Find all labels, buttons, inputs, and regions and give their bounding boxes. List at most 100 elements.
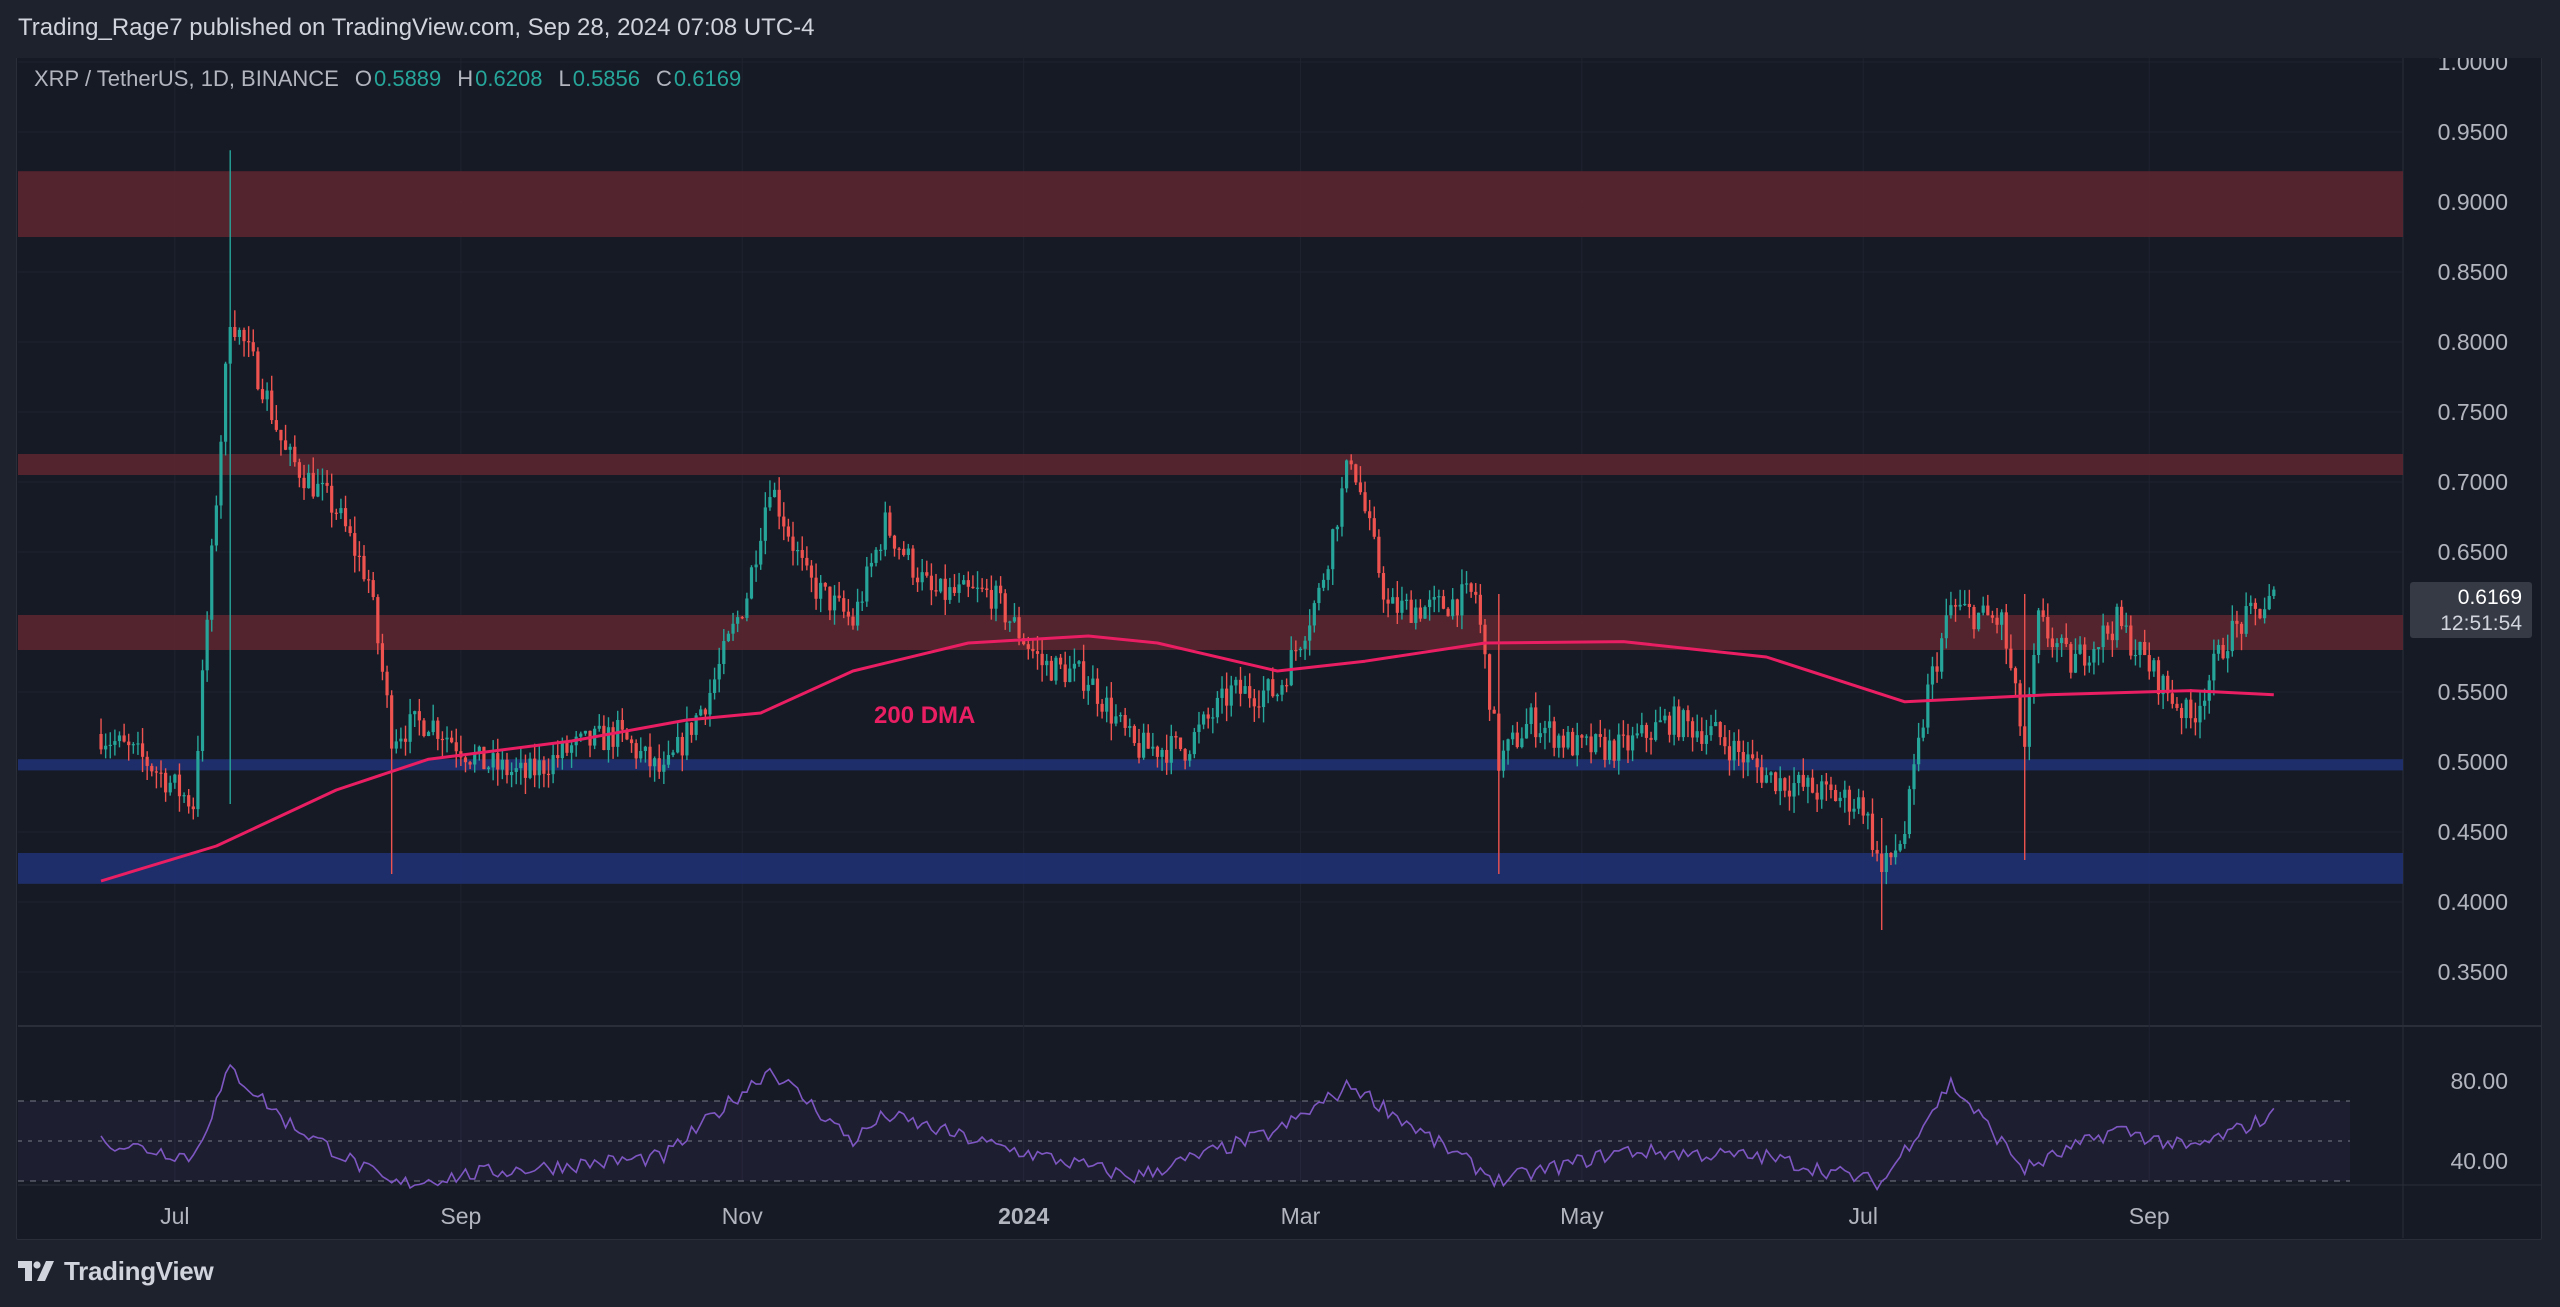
candle xyxy=(164,768,168,802)
candle-body xyxy=(1654,722,1658,740)
candle-body xyxy=(2073,653,2078,673)
candle xyxy=(270,375,274,425)
candle xyxy=(1557,733,1561,758)
candle-body xyxy=(860,601,864,603)
candle-body xyxy=(1331,529,1335,570)
candle-body xyxy=(2138,642,2142,655)
candle-body xyxy=(1474,591,1478,595)
candle xyxy=(1584,734,1589,746)
candle xyxy=(542,756,546,788)
candle-body xyxy=(1197,724,1201,733)
candle-body xyxy=(1109,697,1113,724)
candle-body xyxy=(1151,746,1155,749)
candle-body xyxy=(187,795,191,807)
candle-body xyxy=(2184,699,2188,719)
candle xyxy=(1870,798,1875,857)
candle xyxy=(210,538,214,632)
candle xyxy=(2272,586,2276,599)
symbol-legend[interactable]: XRP / TetherUS, 1D, BINANCE O 0.5889 H 0.6… xyxy=(34,66,741,92)
time-axis[interactable]: Jul Sep Nov 2024 Mar May Jul Sep xyxy=(160,1203,2170,1229)
candle-body xyxy=(2221,644,2225,659)
candle xyxy=(1976,612,1981,632)
candle xyxy=(1137,728,1141,764)
candle-body xyxy=(357,555,361,557)
candle-body xyxy=(1363,492,1367,512)
candle xyxy=(1649,731,1653,755)
candle-body xyxy=(1714,721,1718,727)
candle xyxy=(417,698,421,736)
candle-body xyxy=(1783,778,1787,791)
candle-body xyxy=(1460,584,1464,616)
candle-body xyxy=(1423,607,1427,619)
last-price-tag: 0.6169 12:51:54 xyxy=(2410,582,2532,638)
candle xyxy=(1838,791,1842,808)
candle-body xyxy=(791,536,795,551)
candle xyxy=(1852,798,1856,819)
candle-body xyxy=(1455,599,1459,616)
candle-body xyxy=(999,585,1003,594)
time-tick-label: 2024 xyxy=(998,1203,1049,1229)
candle xyxy=(819,575,823,613)
candle-body xyxy=(505,759,509,776)
candle-body xyxy=(809,565,814,578)
chart-canvas[interactable]: 1.00000.95000.90000.85000.80000.75000.70… xyxy=(0,0,2560,1307)
candle xyxy=(1469,582,1473,598)
candle-body xyxy=(2189,699,2193,719)
candle-body xyxy=(316,483,320,497)
candle xyxy=(1589,723,1593,764)
candle-body xyxy=(1072,663,1077,669)
candle-body xyxy=(2198,705,2202,723)
candle-body xyxy=(1017,617,1021,639)
candle-body xyxy=(1298,648,1303,651)
candle-body xyxy=(2152,660,2156,672)
candle-body xyxy=(1884,852,1888,873)
candle xyxy=(1404,593,1409,610)
candle-body xyxy=(399,738,403,742)
candle-body xyxy=(417,711,421,721)
candle-body xyxy=(320,482,325,485)
candle xyxy=(1511,725,1515,745)
candle-body xyxy=(1843,789,1847,798)
candle-body xyxy=(629,739,634,744)
candle-body xyxy=(1967,603,1971,608)
resistance-zone xyxy=(18,171,2403,237)
candle xyxy=(1215,691,1220,724)
candle-body xyxy=(445,737,449,740)
candle-body xyxy=(1040,653,1044,666)
candle-body xyxy=(556,755,560,759)
candle-body xyxy=(325,482,329,486)
candle-body xyxy=(1820,781,1824,800)
candle-body xyxy=(228,327,232,364)
candle xyxy=(1926,673,1930,735)
candle xyxy=(1847,785,1852,826)
candle xyxy=(533,743,537,788)
candle xyxy=(1418,599,1422,622)
candle xyxy=(1372,506,1376,540)
candle xyxy=(1833,784,1838,802)
candle-body xyxy=(671,752,675,756)
resistance-zone xyxy=(18,454,2403,475)
candle-body xyxy=(150,765,154,772)
candle-body xyxy=(500,759,504,770)
candle-body xyxy=(1764,775,1768,783)
candle-body xyxy=(1142,732,1146,758)
footer-branding[interactable]: TradingView xyxy=(16,1246,416,1296)
candle xyxy=(500,748,504,780)
candle-body xyxy=(274,420,278,430)
candle xyxy=(1423,605,1427,620)
candle-body xyxy=(1234,679,1238,686)
publisher-line: Trading_Rage7 published on TradingView.c… xyxy=(18,14,815,41)
candle-body xyxy=(736,617,740,624)
candle xyxy=(228,150,232,804)
candle xyxy=(1607,729,1612,765)
candle xyxy=(749,565,754,600)
candle xyxy=(952,574,957,597)
support-zone xyxy=(18,853,2403,884)
candle xyxy=(869,553,874,578)
symbol-name[interactable]: XRP / TetherUS, 1D, BINANCE xyxy=(34,66,339,92)
candle-body xyxy=(1940,638,1944,672)
candle-body xyxy=(1418,607,1422,619)
candle-body xyxy=(966,580,970,587)
candle-body xyxy=(463,757,468,763)
candle xyxy=(2179,703,2184,735)
